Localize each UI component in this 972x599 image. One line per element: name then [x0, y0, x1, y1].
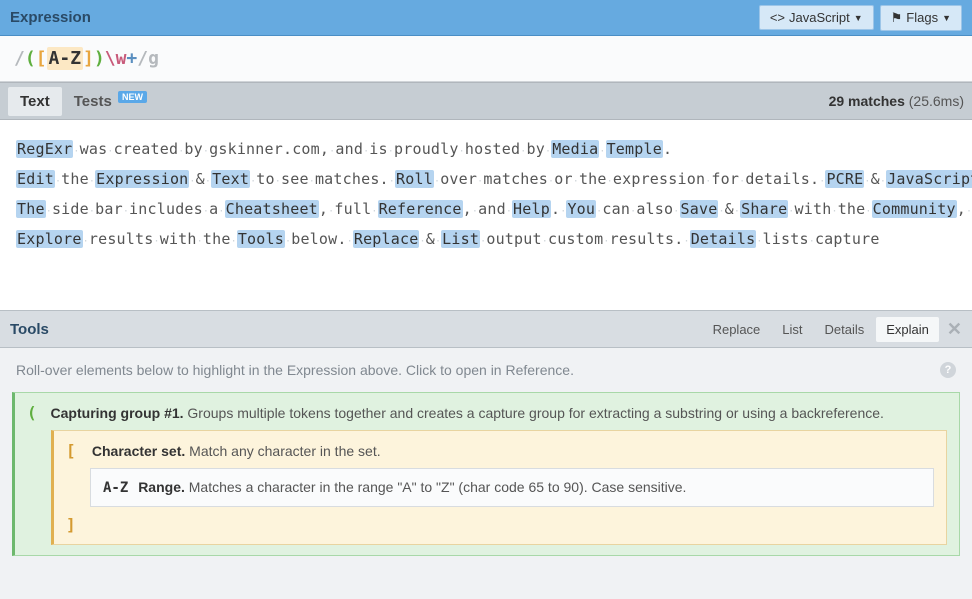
explain-capturing-group[interactable]: ( Capturing group #1. Groups multiple to… — [12, 392, 960, 556]
explain-panel: ( Capturing group #1. Groups multiple to… — [12, 392, 960, 556]
close-icon[interactable]: ✕ — [947, 319, 962, 340]
tab-tests[interactable]: Tests NEW — [62, 86, 159, 116]
text-input[interactable]: RegExr·was·created·by·gskinner.com,·and·… — [0, 120, 972, 310]
new-badge: NEW — [118, 91, 147, 103]
chevron-down-icon: ▼ — [854, 13, 863, 23]
explain-character-set[interactable]: [ Character set. Match any character in … — [51, 430, 947, 545]
expression-header: Expression <> JavaScript ▼ ⚑ Flags ▼ — [0, 0, 972, 36]
help-icon[interactable]: ? — [940, 362, 956, 378]
tab-text[interactable]: Text — [8, 87, 62, 116]
tool-details[interactable]: Details — [815, 317, 875, 342]
explain-range[interactable]: A-Z Range. Matches a character in the ra… — [90, 468, 934, 507]
tool-list[interactable]: List — [772, 317, 812, 342]
hint-text: Roll-over elements below to highlight in… — [16, 362, 574, 378]
hint-row: Roll-over elements below to highlight in… — [0, 348, 972, 392]
tool-replace[interactable]: Replace — [703, 317, 771, 342]
tool-explain[interactable]: Explain — [876, 317, 939, 342]
flags-button[interactable]: ⚑ Flags ▼ — [880, 5, 962, 31]
expression-input[interactable]: /([A-Z])\w+/g — [0, 36, 972, 82]
tools-title: Tools — [10, 321, 49, 338]
tools-header: Tools Replace List Details Explain ✕ — [0, 310, 972, 348]
flavor-button[interactable]: <> JavaScript ▼ — [759, 5, 874, 30]
expression-title: Expression — [10, 9, 91, 26]
code-icon: <> — [770, 10, 785, 25]
flag-icon: ⚑ — [891, 10, 903, 26]
text-tabbar: Text Tests NEW 29 matches (25.6ms) — [0, 82, 972, 120]
match-count: 29 matches (25.6ms) — [829, 93, 964, 109]
chevron-down-icon: ▼ — [942, 13, 951, 23]
